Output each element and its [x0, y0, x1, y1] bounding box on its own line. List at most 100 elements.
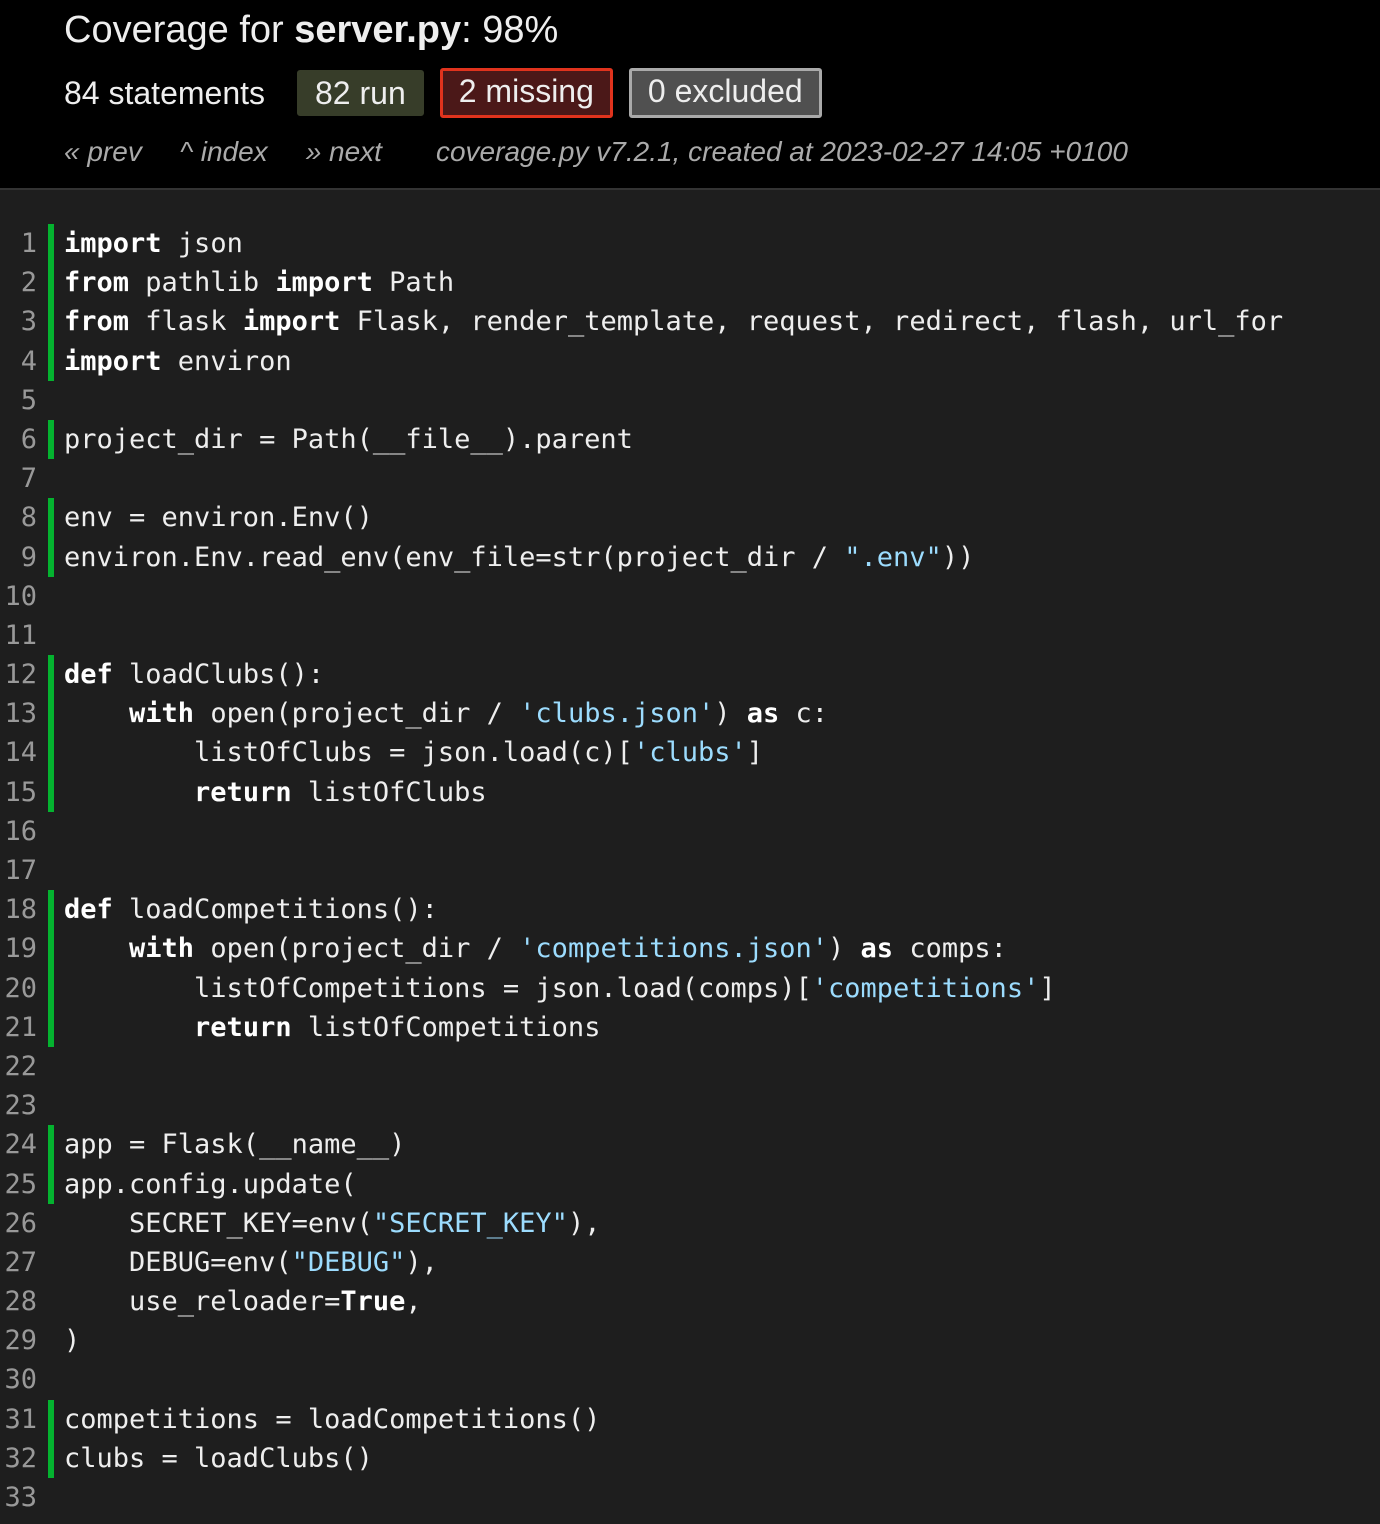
code-token: comps:: [893, 933, 1007, 965]
prev-link[interactable]: « prev: [64, 136, 142, 168]
line-code: project_dir = Path(__file__).parent: [64, 420, 633, 459]
source-listing: 1 import json 2 from pathlib import Path 3 fr…: [0, 224, 1380, 1517]
keyword-token: return: [194, 776, 292, 808]
line-number[interactable]: 33: [0, 1478, 37, 1517]
source-line: 28 use_reloader=True,: [0, 1282, 1380, 1321]
line-number[interactable]: 30: [0, 1360, 37, 1399]
line-number[interactable]: 3: [0, 302, 37, 341]
line-number[interactable]: 20: [0, 969, 37, 1008]
file-navigation: « prev ^ index » next coverage.py v7.2.1…: [64, 136, 1128, 168]
line-number[interactable]: 28: [0, 1282, 37, 1321]
source-line: 7: [0, 459, 1380, 498]
line-number[interactable]: 24: [0, 1125, 37, 1164]
line-number[interactable]: 19: [0, 929, 37, 968]
code-token: listOfClubs = json.load(c)[: [64, 737, 633, 769]
missing-filter-button[interactable]: 2 missing: [439, 68, 613, 118]
line-number[interactable]: 23: [0, 1086, 37, 1125]
line-number[interactable]: 7: [0, 459, 37, 498]
line-number[interactable]: 29: [0, 1321, 37, 1360]
code-token: ): [828, 933, 861, 965]
line-code: import environ: [64, 342, 292, 381]
run-filter-button[interactable]: 82 run: [297, 70, 424, 116]
line-number[interactable]: 5: [0, 381, 37, 420]
next-link[interactable]: » next: [306, 136, 382, 168]
report-meta: coverage.py v7.2.1, created at 2023-02-2…: [435, 136, 1128, 167]
line-number[interactable]: 27: [0, 1243, 37, 1282]
line-number[interactable]: 31: [0, 1400, 37, 1439]
source-line: 5: [0, 381, 1380, 420]
string-token: "SECRET_KEY": [372, 1207, 568, 1239]
line-number[interactable]: 12: [0, 655, 37, 694]
source-line: 20 listOfCompetitions = json.load(comps)…: [0, 968, 1380, 1008]
no-indicator: [48, 1478, 54, 1517]
line-number[interactable]: 32: [0, 1439, 37, 1478]
run-indicator: [48, 302, 54, 342]
line-number[interactable]: 14: [0, 733, 37, 772]
line-number[interactable]: 8: [0, 498, 37, 537]
line-number[interactable]: 16: [0, 812, 37, 851]
run-indicator: [48, 655, 54, 695]
source-line: 21 return listOfCompetitions: [0, 1007, 1380, 1047]
report-header: Coverage for server.py: 98% 84 statement…: [0, 0, 1380, 190]
index-link[interactable]: ^ index: [180, 136, 268, 168]
line-number[interactable]: 17: [0, 851, 37, 890]
keyword-token: from: [64, 306, 130, 338]
line-number[interactable]: 10: [0, 577, 37, 616]
code-token: json: [161, 228, 243, 259]
source-line: 12 def loadClubs():: [0, 655, 1380, 695]
line-number[interactable]: 15: [0, 773, 37, 812]
string-token: 'competitions': [811, 972, 1040, 1004]
source-line: 33: [0, 1478, 1380, 1517]
run-indicator: [48, 1164, 54, 1204]
run-indicator: [48, 341, 54, 381]
source-line: 8 env = environ.Env(): [0, 498, 1380, 538]
line-code: use_reloader=True,: [64, 1282, 422, 1321]
keyword-token: as: [746, 698, 780, 730]
code-token: use_reloader=: [64, 1286, 341, 1318]
run-indicator: [48, 772, 54, 812]
source-line: 1 import json: [0, 224, 1380, 264]
source-line: 26 SECRET_KEY=env("SECRET_KEY"),: [0, 1204, 1380, 1243]
line-number[interactable]: 21: [0, 1008, 37, 1047]
line-number[interactable]: 2: [0, 263, 37, 302]
no-indicator: [48, 851, 54, 890]
line-number[interactable]: 6: [0, 420, 37, 459]
no-indicator: [48, 459, 54, 498]
code-token: env = environ.Env(): [64, 502, 373, 534]
line-code: return listOfCompetitions: [64, 1008, 600, 1047]
no-indicator: [48, 577, 54, 616]
line-number[interactable]: 9: [0, 538, 37, 577]
source-line: 14 listOfClubs = json.load(c)['clubs']: [0, 733, 1380, 773]
line-code: with open(project_dir / 'competitions.js…: [64, 929, 1007, 968]
source-line: 4 import environ: [0, 341, 1380, 381]
line-number[interactable]: 13: [0, 694, 37, 733]
code-token: SECRET_KEY=env(: [64, 1207, 373, 1239]
line-number[interactable]: 11: [0, 616, 37, 655]
run-indicator: [48, 224, 54, 264]
line-code: app.config.update(: [64, 1165, 357, 1204]
source-line: 17: [0, 851, 1380, 890]
no-indicator: [48, 1047, 54, 1086]
line-number[interactable]: 1: [0, 224, 37, 263]
line-number[interactable]: 26: [0, 1204, 37, 1243]
code-token: ),: [567, 1207, 601, 1239]
keyword-token: def: [64, 659, 113, 691]
line-code: DEBUG=env("DEBUG"),: [64, 1243, 438, 1282]
source-line: 27 DEBUG=env("DEBUG"),: [0, 1243, 1380, 1282]
keyword-token: with: [129, 933, 195, 965]
code-token: listOfCompetitions: [291, 1011, 601, 1043]
string-token: ".env": [844, 541, 942, 573]
source-line: 22: [0, 1047, 1380, 1086]
code-token: clubs = loadClubs(): [64, 1442, 373, 1474]
line-number[interactable]: 25: [0, 1165, 37, 1204]
line-number[interactable]: 4: [0, 342, 37, 381]
line-number[interactable]: 18: [0, 890, 37, 929]
excluded-filter-button[interactable]: 0 excluded: [628, 68, 822, 118]
source-line: 2 from pathlib import Path: [0, 263, 1380, 303]
keyword-token: import: [64, 228, 162, 259]
code-token: ),: [405, 1246, 438, 1278]
line-number[interactable]: 22: [0, 1047, 37, 1086]
no-indicator: [48, 616, 54, 655]
